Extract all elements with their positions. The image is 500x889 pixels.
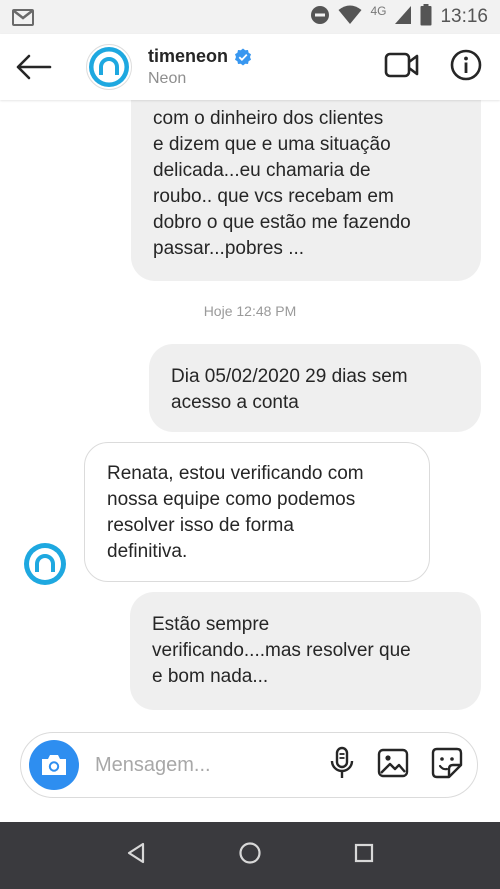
nav-recents-button[interactable] (353, 842, 375, 869)
video-call-icon (384, 52, 419, 77)
back-arrow-icon (16, 54, 52, 80)
info-icon (450, 49, 482, 80)
system-nav-bar (0, 822, 500, 889)
message-bubble-received[interactable]: Renata, estou verificando com nossa equi… (84, 442, 430, 582)
info-button[interactable] (450, 49, 482, 86)
gallery-button[interactable] (377, 748, 409, 783)
nav-recents-icon (354, 843, 373, 863)
contact-subtitle: Neon (148, 70, 187, 87)
nav-home-button[interactable] (238, 841, 262, 870)
timestamp-separator: Hoje 12:48 PM (203, 303, 297, 319)
gallery-icon (377, 748, 409, 777)
message-input[interactable] (95, 753, 285, 777)
nav-back-button[interactable] (125, 841, 147, 870)
message-text: Renata, estou verificando com nossa equi… (107, 463, 364, 562)
contact-name: timeneon (148, 46, 229, 66)
microphone-icon (330, 746, 354, 778)
nav-back-icon (128, 842, 145, 864)
wifi-icon (338, 5, 362, 30)
dnd-icon (310, 5, 330, 30)
message-text: Dia 05/02/2020 29 dias sem acesso a cont… (171, 366, 408, 413)
signal-icon (394, 5, 412, 30)
video-call-button[interactable] (384, 51, 420, 84)
message-thread[interactable]: com o dinheiro dos clientes e dizem que … (0, 100, 500, 720)
status-bar: 4G 13:16 (0, 0, 500, 34)
message-text: Estão sempre verificando....mas resolver… (152, 614, 411, 687)
status-time: 13:16 (440, 6, 488, 27)
nav-home-icon (239, 842, 261, 864)
chat-header: timeneon Neon (0, 34, 500, 100)
contact-info[interactable]: timeneon Neon (148, 46, 252, 88)
back-button[interactable] (4, 34, 64, 100)
status-icons: 4G 13:16 (310, 3, 488, 31)
verified-badge-icon (235, 48, 252, 65)
battery-icon (420, 3, 432, 31)
gmail-icon (12, 8, 34, 26)
message-bubble-sent[interactable]: com o dinheiro dos clientes e dizem que … (131, 100, 481, 281)
camera-button[interactable] (29, 740, 79, 790)
contact-avatar[interactable] (86, 44, 132, 90)
message-composer (20, 732, 478, 798)
message-bubble-sent[interactable]: Dia 05/02/2020 29 dias sem acesso a cont… (149, 344, 481, 432)
camera-icon (42, 755, 66, 775)
sticker-icon (431, 747, 463, 778)
sticker-button[interactable] (431, 747, 463, 784)
network-type: 4G (370, 4, 387, 18)
message-text: com o dinheiro dos clientes e dizem que … (153, 108, 411, 259)
sender-avatar[interactable] (23, 542, 67, 586)
message-bubble-sent[interactable]: Estão sempre verificando....mas resolver… (130, 592, 481, 710)
microphone-button[interactable] (329, 746, 355, 785)
